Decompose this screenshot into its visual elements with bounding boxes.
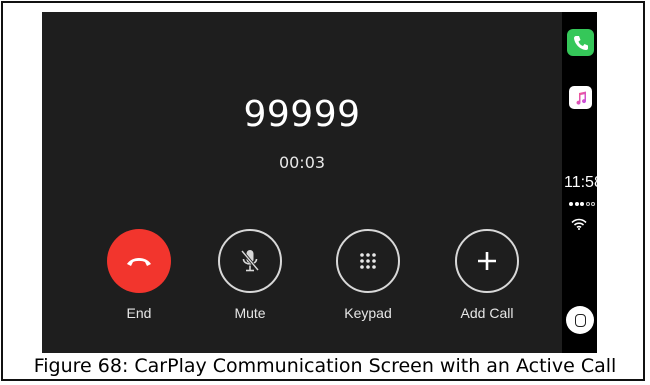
call-duration: 00:03 [278, 153, 326, 172]
caller-number: 99999 [243, 94, 361, 135]
end-call-label: End [126, 305, 152, 321]
call-screen: 99999 00:03 End Mute Keypad Add Call [42, 12, 562, 353]
signal-dot [591, 202, 595, 206]
end-call-button[interactable]: End [94, 229, 184, 321]
add-call-label: Add Call [460, 305, 514, 321]
add-call-circle[interactable] [455, 229, 519, 293]
figure-frame: 99999 00:03 End Mute Keypad Add Call 11:… [1, 1, 645, 381]
home-button-icon [574, 313, 586, 327]
carplay-sidebar: 11:58 [562, 12, 603, 353]
add-call-button[interactable]: Add Call [442, 229, 532, 321]
end-call-icon [127, 258, 151, 266]
signal-dot [580, 202, 584, 206]
music-app-icon [576, 91, 586, 105]
signal-dot [585, 202, 590, 206]
keypad-circle[interactable] [336, 229, 400, 293]
plus-icon [478, 252, 496, 270]
cellular-signal-indicator [569, 202, 595, 206]
signal-dot [574, 202, 579, 206]
mute-label: Mute [234, 305, 266, 321]
signal-dot [569, 202, 573, 206]
home-button[interactable] [566, 306, 594, 334]
figure-caption: Figure 68: CarPlay Communication Screen … [33, 355, 617, 377]
microphone-muted-icon [240, 250, 260, 272]
phone-app-button[interactable] [567, 29, 594, 56]
mute-circle[interactable] [218, 229, 282, 293]
phone-app-icon [573, 35, 588, 50]
keypad-button[interactable]: Keypad [323, 229, 413, 321]
keypad-label: Keypad [344, 305, 392, 321]
status-time: 11:58 [564, 174, 603, 191]
keypad-icon [360, 253, 376, 269]
mute-button[interactable]: Mute [205, 229, 295, 321]
wifi-icon [571, 218, 587, 230]
end-call-circle[interactable] [107, 229, 171, 293]
music-app-button[interactable] [569, 86, 592, 109]
